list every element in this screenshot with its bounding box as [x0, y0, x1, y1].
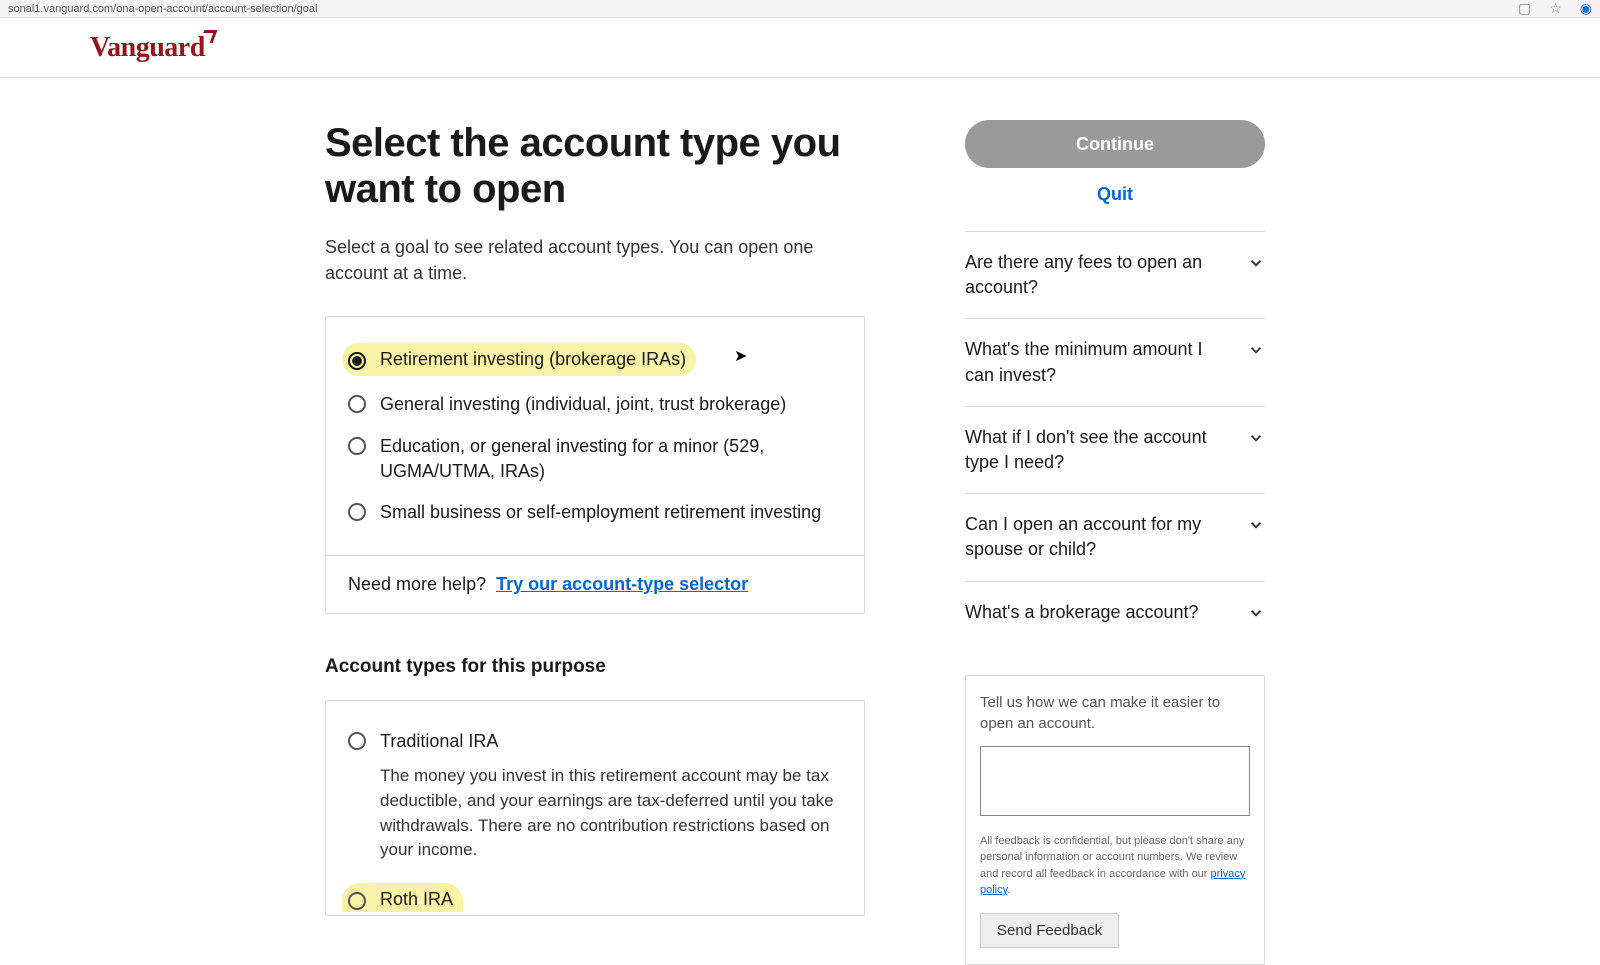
goal-option-retirement[interactable]: Retirement investing (brokerage IRAs) [348, 343, 842, 376]
radio-icon [348, 395, 366, 413]
help-prefix: Need more help? [348, 574, 486, 594]
faq-question: Are there any fees to open an account? [965, 250, 1235, 300]
star-icon[interactable]: ☆ [1549, 0, 1562, 17]
account-type-traditional-ira[interactable]: Traditional IRA The money you invest in … [348, 729, 842, 863]
radio-icon [348, 732, 366, 750]
help-row: Need more help? Try our account-type sel… [326, 555, 864, 613]
faq-spouse-child[interactable]: Can I open an account for my spouse or c… [965, 493, 1265, 580]
vanguard-logo[interactable]: Vanguard [90, 32, 205, 64]
radio-icon [348, 892, 366, 910]
goal-option-small-business[interactable]: Small business or self-employment retire… [348, 500, 842, 525]
faq-question: What's a brokerage account? [965, 600, 1235, 625]
quit-button[interactable]: Quit [965, 184, 1265, 205]
radio-selected-icon [348, 352, 366, 370]
goal-label: Education, or general investing for a mi… [380, 434, 842, 484]
send-feedback-button[interactable]: Send Feedback [980, 913, 1119, 948]
account-type-label: Traditional IRA [380, 729, 498, 754]
account-type-roth-ira[interactable]: Roth IRA [348, 883, 842, 915]
chevron-down-icon [1247, 604, 1265, 622]
account-type-selector-link[interactable]: Try our account-type selector [496, 574, 748, 594]
account-type-label: Roth IRA [380, 887, 453, 912]
browser-bar: sonal1.vanguard.com/ona-open-account/acc… [0, 0, 1600, 18]
chevron-down-icon [1247, 516, 1265, 534]
goal-label: General investing (individual, joint, tr… [380, 392, 786, 417]
feedback-disclaimer: All feedback is confidential, but please… [980, 833, 1250, 899]
account-types-card: Traditional IRA The money you invest in … [325, 700, 865, 916]
header: Vanguard [0, 18, 1600, 78]
goal-option-general[interactable]: General investing (individual, joint, tr… [348, 392, 842, 417]
radio-icon [348, 503, 366, 521]
faq-question: What if I don't see the account type I n… [965, 425, 1235, 475]
url-text: sonal1.vanguard.com/ona-open-account/acc… [8, 3, 317, 15]
faq-account-type[interactable]: What if I don't see the account type I n… [965, 406, 1265, 493]
radio-icon [348, 437, 366, 455]
account-type-desc: The money you invest in this retirement … [380, 764, 842, 863]
goal-option-education[interactable]: Education, or general investing for a mi… [348, 434, 842, 484]
page-title: Select the account type you want to open [325, 120, 865, 212]
feedback-prompt: Tell us how we can make it easier to ope… [980, 692, 1250, 734]
faq-fees[interactable]: Are there any fees to open an account? [965, 231, 1265, 318]
account-types-heading: Account types for this purpose [325, 656, 865, 678]
faq-minimum[interactable]: What's the minimum amount I can invest? [965, 318, 1265, 405]
faq-brokerage[interactable]: What's a brokerage account? [965, 581, 1265, 643]
window-icon[interactable]: ▢ [1518, 0, 1531, 17]
profile-icon[interactable]: ◉ [1580, 0, 1592, 17]
feedback-box: Tell us how we can make it easier to ope… [965, 675, 1265, 965]
feedback-textarea[interactable] [980, 746, 1250, 816]
goal-label: Small business or self-employment retire… [380, 500, 821, 525]
faq-question: What's the minimum amount I can invest? [965, 337, 1235, 387]
goals-card: Retirement investing (brokerage IRAs) Ge… [325, 316, 865, 614]
page-subtitle: Select a goal to see related account typ… [325, 234, 865, 286]
goal-label: Retirement investing (brokerage IRAs) [380, 347, 686, 372]
chevron-down-icon [1247, 429, 1265, 447]
browser-icons: ▢ ☆ ◉ [1518, 0, 1592, 17]
faq-question: Can I open an account for my spouse or c… [965, 512, 1235, 562]
chevron-down-icon [1247, 254, 1265, 272]
continue-button[interactable]: Continue [965, 120, 1265, 168]
chevron-down-icon [1247, 341, 1265, 359]
